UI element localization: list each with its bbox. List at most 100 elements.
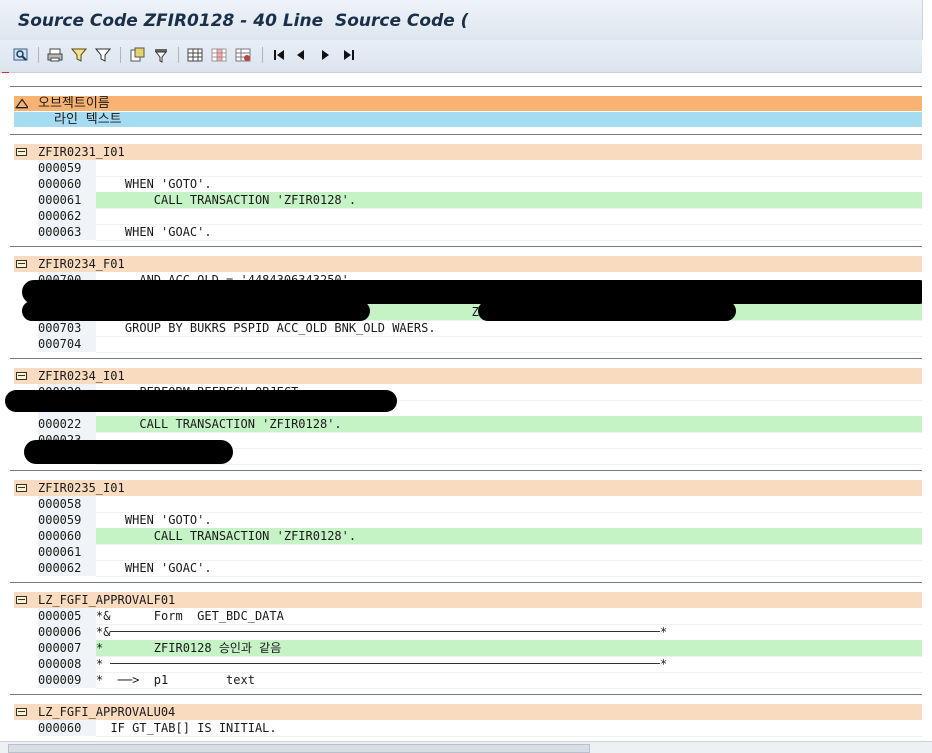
alv-toolbar <box>0 40 922 73</box>
code-line-row[interactable]: 000703 GROUP BY BUKRS PSPID ACC_OLD BNK_… <box>14 320 922 337</box>
code-line-row[interactable]: 000059 WHEN 'GOTO'. <box>14 512 922 529</box>
redaction-bar <box>24 440 233 464</box>
folder-icon[interactable] <box>16 259 27 268</box>
code-line-row[interactable]: 000022 CALL TRANSACTION 'ZFIR0128'. <box>14 416 922 433</box>
group-row[interactable]: ZFIR0231_I01 <box>14 144 922 160</box>
code-text: IF GT_TAB[] IS INITIAL. <box>96 720 922 737</box>
comment-rule <box>110 663 660 664</box>
code-text: * <box>96 656 922 673</box>
column-icon[interactable] <box>210 46 228 64</box>
code-line-row[interactable]: 000704 <box>14 336 922 353</box>
line-number: 000060 <box>38 720 96 736</box>
line-number: 000060 <box>38 528 96 544</box>
code-text: GROUP BY BUKRS PSPID ACC_OLD BNK_OLD WAE… <box>96 320 922 337</box>
line-number: 000009 <box>38 672 96 688</box>
next-page-icon[interactable] <box>316 46 334 64</box>
object-name: LZ_FGFI_APPROVALF01 <box>38 593 176 607</box>
code-line-row[interactable]: 000062 WHEN 'GOAC'. <box>14 560 922 577</box>
first-page-icon[interactable] <box>270 46 288 64</box>
matched-code-text: * ZFIR0128 승인과 같음 <box>96 640 922 657</box>
line-number: 000704 <box>38 336 96 352</box>
code-line-row[interactable]: 000063 WHEN 'GOAC'. <box>14 224 922 241</box>
code-line-row[interactable]: 000061 CALL TRANSACTION 'ZFIR0128'. <box>14 192 922 209</box>
previous-page-icon[interactable] <box>292 46 310 64</box>
folder-icon[interactable] <box>16 595 27 604</box>
redaction-bar <box>5 390 397 412</box>
line-number: 000059 <box>38 160 96 176</box>
print-icon[interactable] <box>46 46 64 64</box>
code-text <box>96 160 922 177</box>
line-number: 000006 <box>38 624 96 640</box>
object-name-label: 오브젝트이름 <box>38 96 110 111</box>
matched-code-text: CALL TRANSACTION 'ZFIR0128'. <box>96 528 922 545</box>
object-name: LZ_FGFI_APPROVALU04 <box>38 705 176 719</box>
line-number: 000008 <box>38 656 96 672</box>
line-number: 000061 <box>38 544 96 560</box>
code-text: *& Form GET_BDC_DATA <box>96 608 922 625</box>
folder-icon[interactable] <box>16 483 27 492</box>
code-line-row[interactable]: 000061 <box>14 544 922 561</box>
code-line-row[interactable]: 000058 <box>14 496 922 513</box>
code-line-row[interactable]: 000009 * ──> p1 text <box>14 672 922 689</box>
line-number: 000058 <box>38 496 96 512</box>
group-row[interactable]: ZFIR0234_I01 <box>14 368 922 384</box>
code-text: WHEN 'GOAC'. <box>96 560 922 577</box>
horizontal-scrollbar[interactable] <box>0 741 932 753</box>
window-title: Source Code ZFIR0128 - 40 Line Source Co… <box>18 11 469 31</box>
line-number: 000005 <box>38 608 96 624</box>
code-line-row[interactable]: 000006 *& * <box>14 624 922 641</box>
sort-icon[interactable] <box>15 98 28 109</box>
window-titlebar: Source Code ZFIR0128 - 40 Line Source Co… <box>0 0 923 40</box>
code-text: * ──> p1 text <box>96 672 922 689</box>
folder-icon[interactable] <box>16 147 27 156</box>
line-number: 000061 <box>38 192 96 208</box>
line-number: 000062 <box>38 208 96 224</box>
code-text <box>96 496 922 513</box>
hierarchical-list[interactable]: 오브젝트이름 라인 텍스트 ZFIR0231_I01 000059 000060 W… <box>0 73 922 741</box>
code-line-row[interactable]: 000005 *& Form GET_BDC_DATA <box>14 608 922 625</box>
code-line-row[interactable]: 000060 CALL TRANSACTION 'ZFIR0128'. <box>14 528 922 545</box>
line-number: 000063 <box>38 224 96 240</box>
matched-code-text: CALL TRANSACTION 'ZFIR0128'. <box>96 192 922 209</box>
group-row[interactable]: ZFIR0235_I01 <box>14 480 922 496</box>
code-line-row[interactable]: 000008 * * <box>14 656 922 673</box>
code-line-row[interactable]: 000060 WHEN 'GOTO'. <box>14 176 922 193</box>
code-text <box>96 544 922 561</box>
code-line-row[interactable]: 000062 <box>14 208 922 225</box>
redaction-bar <box>478 301 736 321</box>
code-line-row[interactable]: 000059 <box>14 160 922 177</box>
grid-icon[interactable] <box>186 46 204 64</box>
code-line-row[interactable]: 000007 * ZFIR0128 승인과 같음 <box>14 640 922 657</box>
object-name-header: 오브젝트이름 <box>14 96 922 111</box>
object-name: ZFIR0231_I01 <box>38 145 125 159</box>
code-line-row[interactable]: 000060 IF GT_TAB[] IS INITIAL. <box>14 720 922 737</box>
filter-icon[interactable] <box>70 46 88 64</box>
line-number: 000062 <box>38 560 96 576</box>
comment-rule <box>110 631 660 632</box>
code-text <box>96 208 922 225</box>
group-row[interactable]: LZ_FGFI_APPROVALF01 <box>14 592 922 608</box>
group-row[interactable]: LZ_FGFI_APPROVALU04 <box>14 704 922 720</box>
set-filter-icon[interactable] <box>94 46 112 64</box>
export-icon[interactable] <box>128 46 146 64</box>
folder-icon[interactable] <box>16 707 27 716</box>
code-text: WHEN 'GOTO'. <box>96 176 922 193</box>
object-name: ZFIR0234_F01 <box>38 257 125 271</box>
find-icon[interactable] <box>12 46 30 64</box>
code-text <box>96 336 922 353</box>
line-number: 000007 <box>38 640 96 656</box>
line-text-header: 라인 텍스트 <box>14 112 922 127</box>
delete-filter-icon[interactable] <box>152 46 170 64</box>
last-page-icon[interactable] <box>340 46 358 64</box>
comment-rule-end: * <box>660 625 668 639</box>
folder-icon[interactable] <box>16 371 27 380</box>
code-text: WHEN 'GOTO'. <box>96 512 922 529</box>
layout-icon[interactable] <box>234 46 252 64</box>
redaction-bar <box>22 301 370 321</box>
group-row[interactable]: ZFIR0234_F01 <box>14 256 922 272</box>
comment-rule-end: * <box>660 657 668 671</box>
code-text: *& <box>96 624 922 641</box>
line-number: 000022 <box>38 416 96 432</box>
line-number: 000059 <box>38 512 96 528</box>
line-number: 000703 <box>38 320 96 336</box>
